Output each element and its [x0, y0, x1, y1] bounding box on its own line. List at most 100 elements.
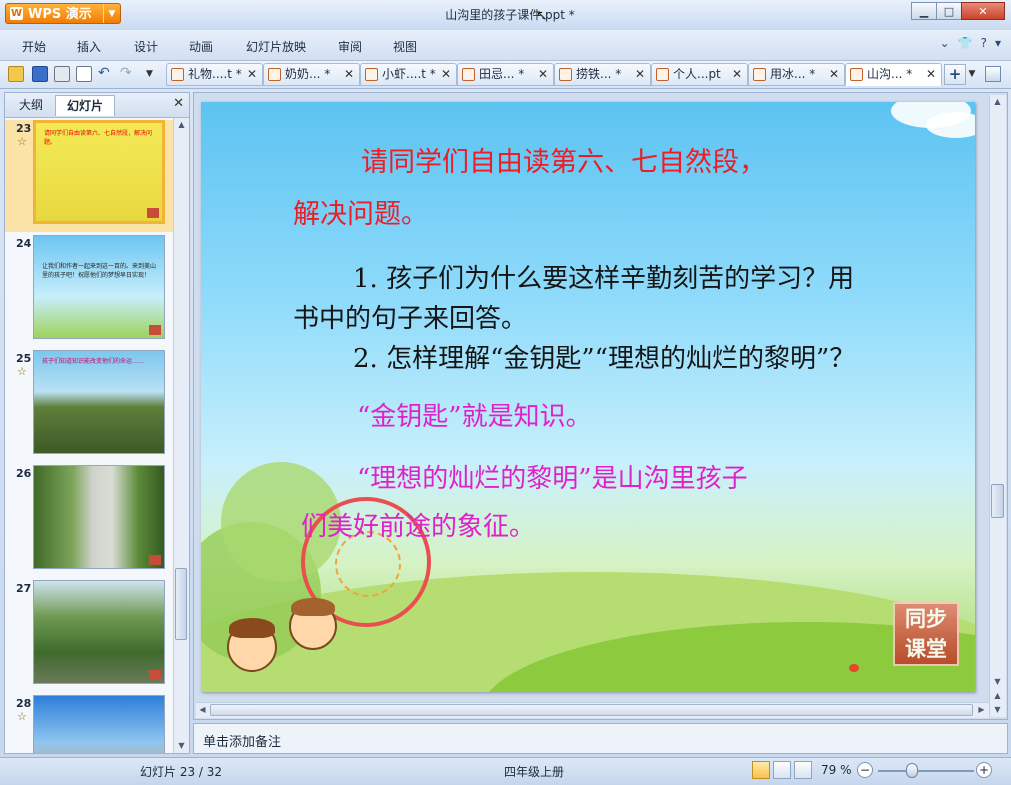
new-tab-button[interactable]: + — [944, 64, 966, 85]
notes-pane[interactable]: 单击添加备注 — [193, 723, 1008, 754]
skin-shirt-icon[interactable]: 👕 — [958, 36, 973, 50]
scroll-down-icon[interactable]: ▼ — [175, 739, 188, 753]
close-tab-icon[interactable]: ✕ — [732, 64, 742, 85]
menu-view[interactable]: 视图 — [393, 38, 417, 55]
close-tab-icon[interactable]: ✕ — [635, 64, 645, 85]
answer-2-line2[interactable]: 们美好前途的象征。 — [301, 506, 535, 543]
scroll-up-icon[interactable]: ▲ — [991, 95, 1004, 109]
zoom-in-button[interactable]: + — [976, 762, 992, 778]
current-slide[interactable]: 请同学们自由读第六、七自然段， 解决问题。 1. 孩子们为什么要这样辛勤刻苦的学… — [201, 102, 975, 692]
wps-app-menu-button[interactable]: W WPS 演示 ▼ — [5, 3, 121, 24]
normal-view-button[interactable] — [752, 761, 770, 779]
stamp-logo-icon — [149, 670, 161, 680]
zoom-out-button[interactable]: − — [857, 762, 873, 778]
scrollbar-thumb[interactable] — [210, 704, 973, 716]
previous-slide-icon[interactable]: ▲ — [991, 689, 1004, 703]
tab-outline[interactable]: 大纲 — [9, 95, 53, 116]
scroll-down-icon[interactable]: ▼ — [991, 675, 1004, 689]
zoom-slider-track[interactable] — [878, 770, 974, 772]
minimize-button[interactable]: ▁ — [911, 2, 937, 20]
thumbnail-scrollbar[interactable]: ▲ ▼ — [173, 118, 189, 753]
thumbnail-slide-26[interactable]: 26 — [5, 465, 173, 577]
scroll-right-icon[interactable]: ▶ — [975, 703, 988, 717]
doc-tab-4[interactable]: 田忌... * ✕ — [457, 63, 554, 86]
wps-window: W WPS 演示 ▼ 山沟里的孩子课件.ppt * ↖ ▁ □ ✕ 开始 插入 … — [0, 0, 1011, 785]
menu-design[interactable]: 设计 — [134, 38, 158, 55]
doc-tab-label: 田忌... * — [479, 67, 525, 81]
close-tab-icon[interactable]: ✕ — [441, 64, 451, 85]
answer-1[interactable]: “金钥匙”就是知识。 — [357, 396, 592, 433]
close-tab-icon[interactable]: ✕ — [247, 64, 257, 85]
menu-insert[interactable]: 插入 — [77, 38, 101, 55]
toolbar-customize-icon[interactable]: ▼ — [146, 66, 162, 82]
collapse-ribbon-icon[interactable]: ⌄ — [940, 36, 950, 50]
doc-tab-2[interactable]: 奶奶... * ✕ — [263, 63, 360, 86]
slide-thumbnail-panel: 大纲 幻灯片 ✕ 23 ☆ 请同学们自由读第六、七自然段，解决问题。 24 让我… — [4, 92, 190, 754]
close-tab-icon[interactable]: ✕ — [829, 64, 839, 85]
scrollbar-thumb[interactable] — [175, 568, 187, 640]
thumbnail-image — [33, 580, 165, 684]
menu-review[interactable]: 审阅 — [338, 38, 362, 55]
thumbnail-slide-24[interactable]: 24 让我们和作者一起来到这一百的。来到美山里的孩子吧！祝愿他们的梦想早日实现！ — [5, 235, 173, 347]
animation-star-icon: ☆ — [17, 710, 27, 723]
question-1-line1[interactable]: 1. 孩子们为什么要这样辛勤刻苦的学习？用 — [353, 258, 854, 295]
thumbnail-slide-28[interactable]: 28 ☆ — [5, 695, 173, 753]
help-icon[interactable]: ? — [981, 36, 987, 50]
slide-title-line1[interactable]: 请同学们自由读第六、七自然段， — [361, 140, 766, 179]
save-icon[interactable] — [32, 66, 48, 82]
redo-icon[interactable]: ↷ — [120, 66, 136, 82]
close-panel-icon[interactable]: ✕ — [173, 96, 184, 111]
thumbnail-slide-23[interactable]: 23 ☆ 请同学们自由读第六、七自然段，解决问题。 — [5, 120, 173, 232]
chevron-down-icon[interactable]: ▾ — [995, 36, 1001, 50]
doc-tab-7[interactable]: 用冰... * ✕ — [748, 63, 845, 86]
cartoon-child-hair — [291, 598, 335, 616]
thumbnail-slide-27[interactable]: 27 — [5, 580, 173, 692]
next-slide-icon[interactable]: ▼ — [991, 703, 1004, 717]
thumbnail-image — [33, 695, 165, 753]
undo-icon[interactable]: ↶ — [98, 66, 114, 82]
doc-tab-1[interactable]: 礼物....t * ✕ — [166, 63, 263, 86]
close-window-button[interactable]: ✕ — [961, 2, 1005, 20]
menu-home[interactable]: 开始 — [22, 38, 46, 55]
close-tab-icon[interactable]: ✕ — [344, 64, 354, 85]
thumbnail-number: 28 — [16, 697, 32, 710]
slide-sorter-view-button[interactable] — [773, 761, 791, 779]
thumbnail-image: 让我们和作者一起来到这一百的。来到美山里的孩子吧！祝愿他们的梦想早日实现！ — [33, 235, 165, 339]
slide-title-line2[interactable]: 解决问题。 — [293, 192, 428, 231]
zoom-slider-handle[interactable] — [906, 763, 918, 778]
print-preview-icon[interactable] — [76, 66, 92, 82]
thumbnail-slide-25[interactable]: 25 ☆ 孩子们知道知识能改变他们的命运…… — [5, 350, 173, 462]
maximize-button[interactable]: □ — [936, 2, 962, 20]
tab-list-menu-icon[interactable]: ▼ — [966, 64, 978, 85]
vertical-scrollbar[interactable]: ▲ ▼ ▲ ▼ — [989, 95, 1006, 717]
horizontal-scrollbar[interactable]: ◀ ▶ — [196, 702, 989, 718]
close-tab-icon[interactable]: ✕ — [538, 64, 548, 85]
open-folder-icon[interactable] — [8, 66, 24, 82]
scroll-left-icon[interactable]: ◀ — [196, 703, 209, 717]
print-icon[interactable] — [54, 66, 70, 82]
question-1-line2[interactable]: 书中的句子来回答。 — [293, 298, 527, 335]
answer-2-line1[interactable]: “理想的灿烂的黎明”是山沟里孩子 — [357, 458, 748, 495]
window-layout-icon[interactable] — [985, 66, 1001, 82]
zoom-level[interactable]: 79 % — [821, 763, 852, 777]
doc-tab-label: 奶奶... * — [285, 67, 331, 81]
doc-tab-6[interactable]: 个人...pt ✕ — [651, 63, 748, 86]
thumbnail-number: 23 — [16, 122, 32, 135]
doc-tab-3[interactable]: 小虾....t * ✕ — [360, 63, 457, 86]
thumbnail-number: 26 — [16, 467, 32, 480]
scroll-up-icon[interactable]: ▲ — [175, 118, 188, 132]
menu-animation[interactable]: 动画 — [189, 38, 213, 55]
ladybug-decoration — [849, 664, 859, 672]
ppt-file-icon — [171, 68, 184, 81]
scrollbar-thumb[interactable] — [991, 484, 1004, 518]
doc-tab-5[interactable]: 捞铁... * ✕ — [554, 63, 651, 86]
ppt-file-icon — [559, 68, 572, 81]
slideshow-view-button[interactable] — [794, 761, 812, 779]
window-title: 山沟里的孩子课件.ppt * — [445, 8, 575, 22]
ppt-file-icon — [753, 68, 766, 81]
close-tab-icon[interactable]: ✕ — [926, 64, 936, 85]
doc-tab-8-active[interactable]: 山沟... * ✕ — [845, 63, 942, 86]
tab-slides[interactable]: 幻灯片 — [55, 95, 115, 116]
menu-slideshow[interactable]: 幻灯片放映 — [246, 38, 306, 55]
question-2[interactable]: 2. 怎样理解“金钥匙”“理想的灿烂的黎明”？ — [353, 338, 855, 375]
